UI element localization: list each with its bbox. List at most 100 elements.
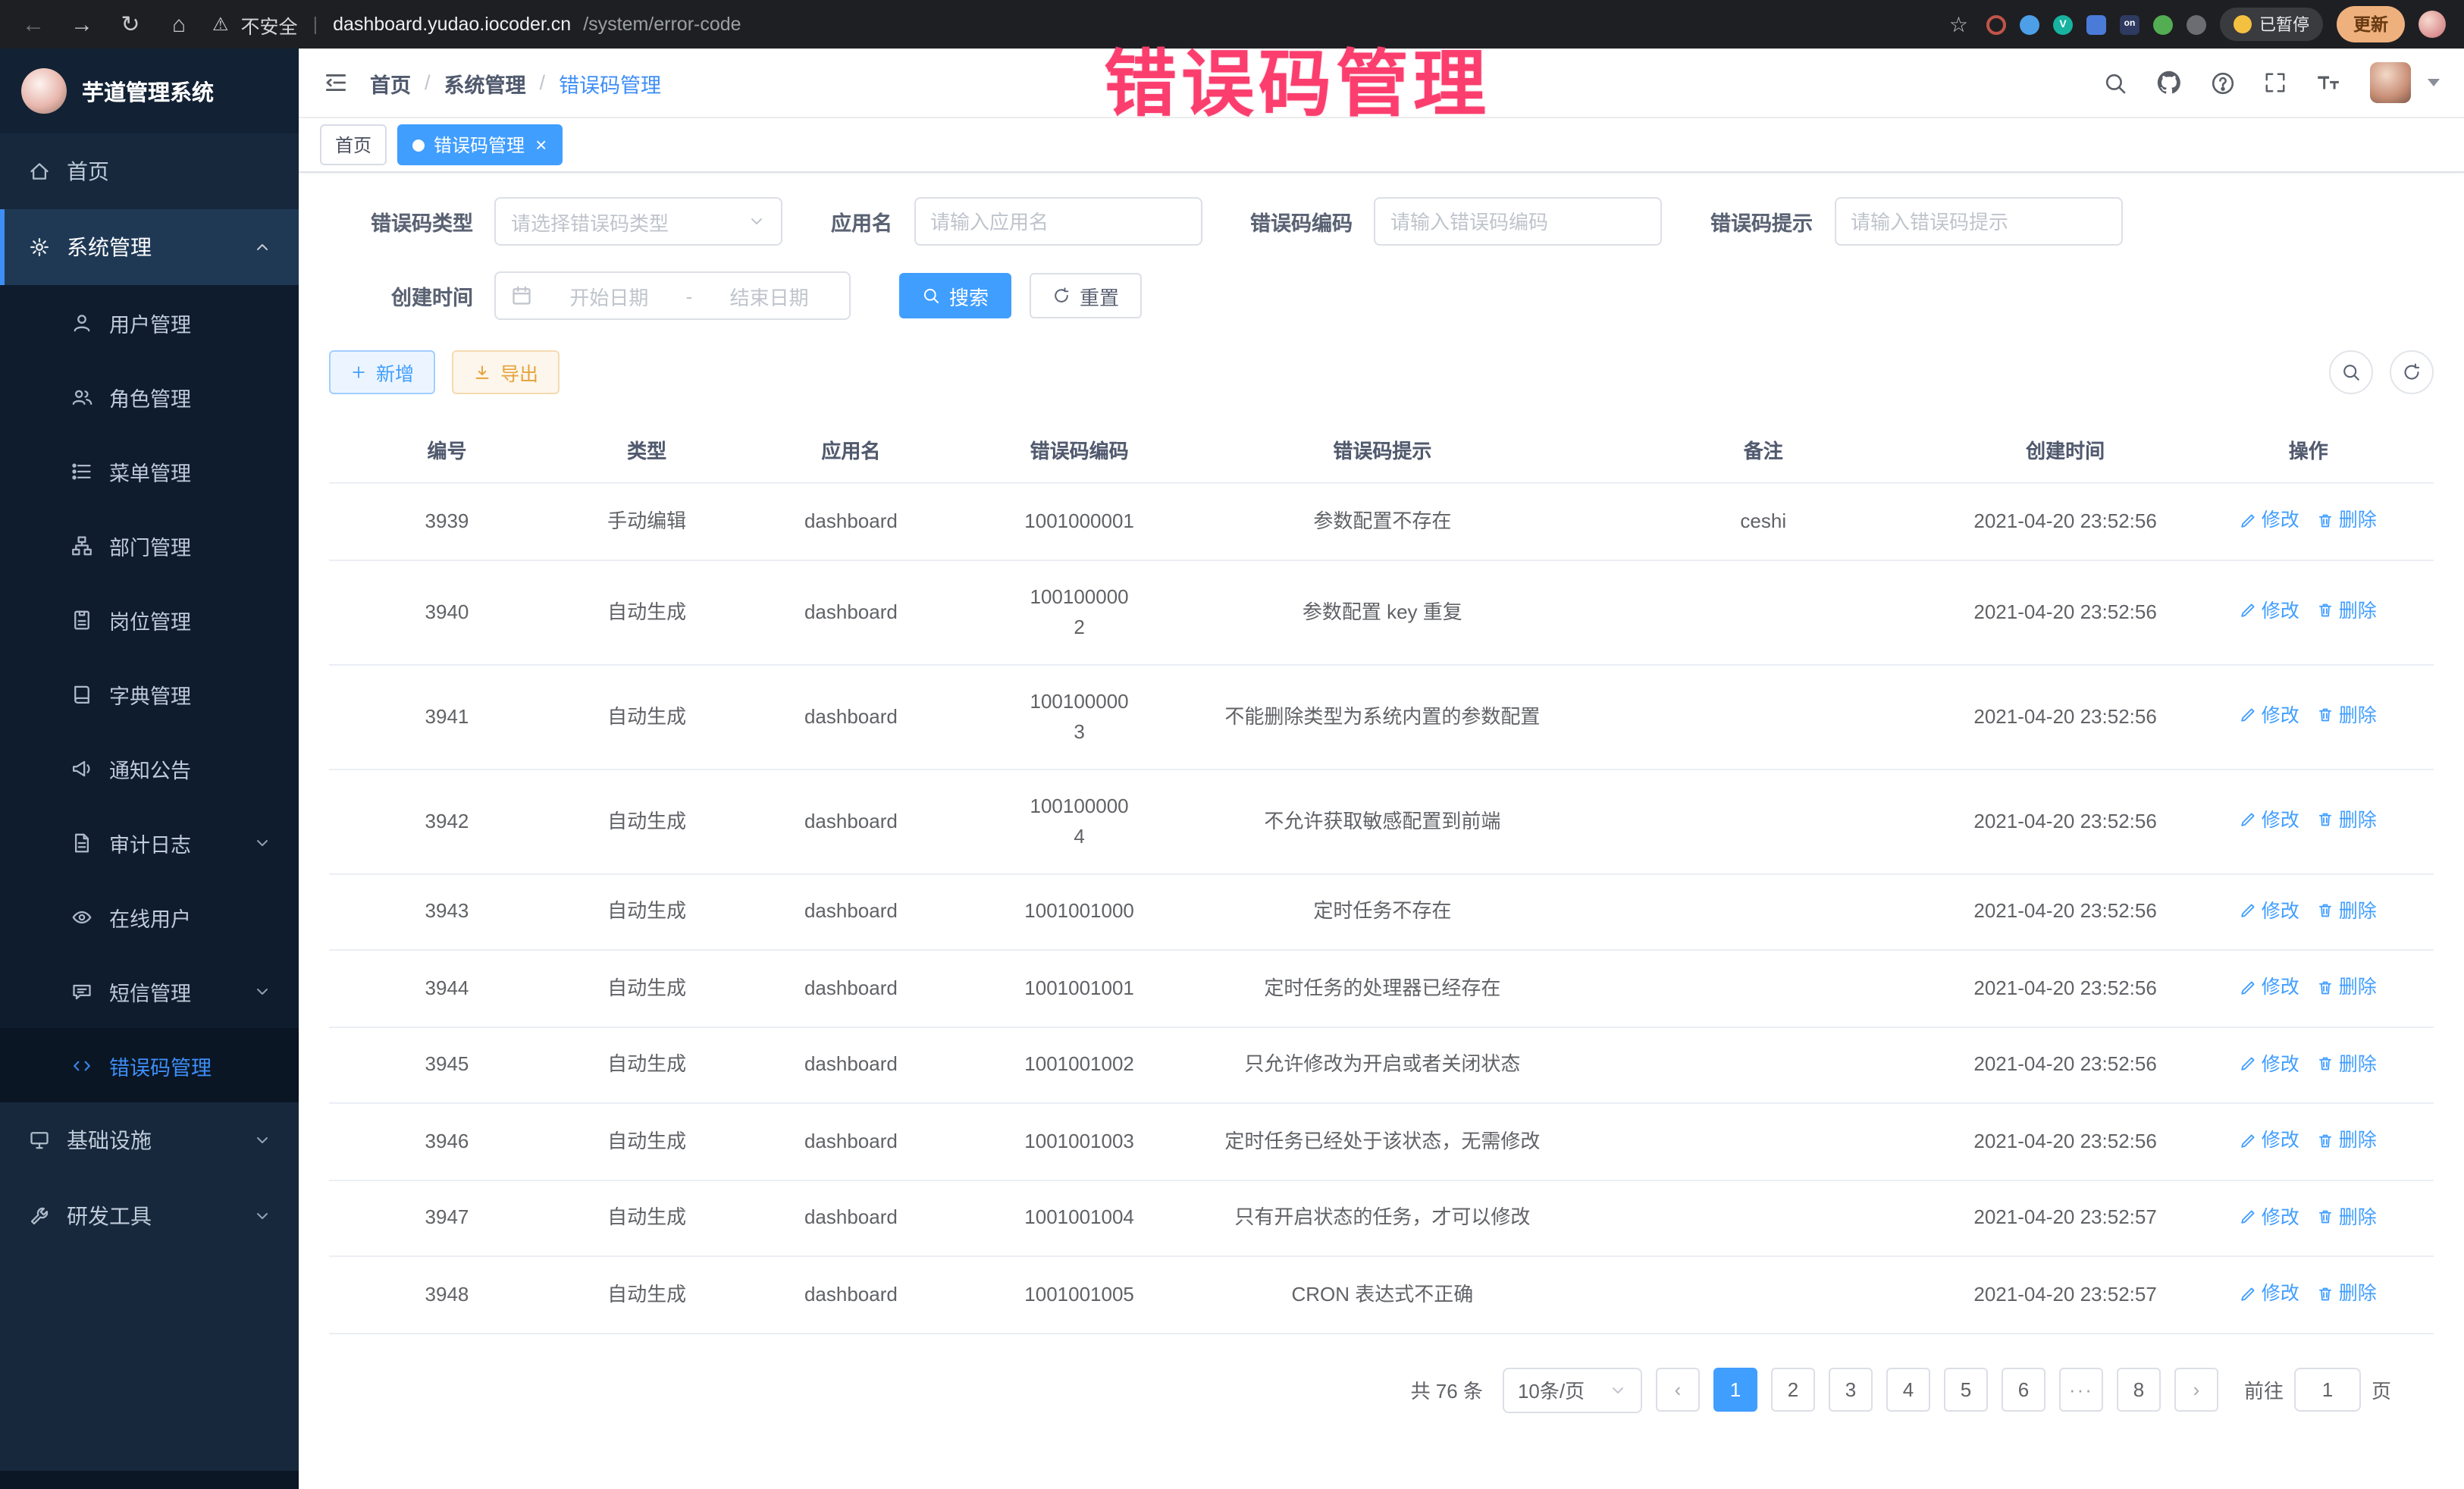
goto-page-input[interactable]	[2294, 1368, 2361, 1412]
page-button-6[interactable]: 6	[2002, 1368, 2045, 1412]
pagination-pages: 123456 ··· 8	[1713, 1368, 2161, 1412]
export-button[interactable]: 导出	[452, 350, 560, 394]
delete-link[interactable]: 删除	[2318, 505, 2377, 535]
refresh-table-button[interactable]	[2390, 350, 2434, 394]
date-range-picker[interactable]: 开始日期 - 结束日期	[494, 271, 851, 320]
tab-错误码管理[interactable]: 错误码管理×	[397, 124, 562, 165]
edit-link[interactable]: 修改	[2240, 505, 2299, 535]
page-button-3[interactable]: 3	[1829, 1368, 1873, 1412]
address-bar[interactable]: ⚠ 不安全 | dashboard.yudao.iocoder.cn/syste…	[212, 10, 1968, 39]
bookmark-star-icon[interactable]: ☆	[1949, 11, 1968, 37]
browser-back-button[interactable]: ←	[18, 11, 49, 37]
close-icon[interactable]: ×	[535, 135, 547, 155]
browser-profile-avatar[interactable]	[2419, 11, 2446, 38]
emoji-face-icon	[2234, 15, 2252, 33]
extension-icon[interactable]: V	[2053, 14, 2073, 34]
add-button[interactable]: 新增	[329, 350, 435, 394]
column-header: 操作	[2183, 417, 2434, 483]
extension-icon[interactable]: on	[2120, 14, 2140, 34]
edit-link[interactable]: 修改	[2240, 1278, 2299, 1309]
cell-app: dashboard	[729, 1256, 973, 1333]
cell-actions: 修改删除	[2183, 1103, 2434, 1180]
url-host: dashboard.yudao.iocoder.cn	[333, 14, 571, 35]
toggle-search-button[interactable]	[2329, 350, 2373, 394]
extension-icon[interactable]	[2020, 14, 2039, 34]
sidebar-logo[interactable]: 芋道管理系统	[0, 49, 299, 133]
sidebar-collapse-bar[interactable]	[0, 1471, 299, 1489]
sidebar-item-role[interactable]: 角色管理	[0, 359, 299, 434]
page-button-1[interactable]: 1	[1713, 1368, 1757, 1412]
sidebar-item-system[interactable]: 系统管理	[0, 209, 299, 285]
breadcrumb-item[interactable]: 系统管理	[444, 67, 526, 98]
edit-link[interactable]: 修改	[2240, 1125, 2299, 1155]
sidebar-item-sms[interactable]: 短信管理	[0, 954, 299, 1028]
extension-icon[interactable]	[1986, 14, 2006, 34]
search-button[interactable]: 搜索	[899, 273, 1011, 318]
prev-page-button[interactable]: ‹	[1656, 1368, 1700, 1412]
delete-link[interactable]: 删除	[2318, 895, 2377, 926]
extension-icon[interactable]	[2086, 14, 2106, 34]
breadcrumb-item[interactable]: 首页	[370, 67, 411, 98]
url-path: /system/error-code	[583, 14, 741, 35]
sidebar-item-notice[interactable]: 通知公告	[0, 731, 299, 805]
sidebar-item-home[interactable]: 首页	[0, 133, 299, 209]
github-icon[interactable]	[2156, 70, 2182, 96]
app-title: 芋道管理系统	[82, 75, 214, 107]
sidebar-item-menu[interactable]: 菜单管理	[0, 434, 299, 508]
edit-link[interactable]: 修改	[2240, 805, 2299, 835]
page-button-2[interactable]: 2	[1771, 1368, 1815, 1412]
delete-link[interactable]: 删除	[2318, 972, 2377, 1002]
page-button-4[interactable]: 4	[1886, 1368, 1930, 1412]
reset-button[interactable]: 重置	[1030, 273, 1142, 318]
page-button-8[interactable]: 8	[2117, 1368, 2161, 1412]
sidebar-item-user[interactable]: 用户管理	[0, 285, 299, 359]
sidebar-item-online-user[interactable]: 在线用户	[0, 879, 299, 954]
delete-link[interactable]: 删除	[2318, 701, 2377, 731]
sidebar-item-infra[interactable]: 基础设施	[0, 1102, 299, 1178]
error-type-select[interactable]: 请选择错误码类型	[494, 197, 782, 246]
extension-icon[interactable]	[2153, 14, 2173, 34]
sidebar-item-audit-log[interactable]: 审计日志	[0, 805, 299, 879]
search-icon[interactable]	[2103, 71, 2127, 95]
fullscreen-icon[interactable]	[2264, 71, 2287, 94]
cell-type: 自动生成	[565, 873, 729, 950]
sidebar-item-dict[interactable]: 字典管理	[0, 657, 299, 731]
tab-首页[interactable]: 首页	[320, 124, 387, 165]
error-hint-input[interactable]	[1834, 197, 2122, 246]
paused-badge[interactable]: 已暂停	[2220, 8, 2323, 41]
column-header: 创建时间	[1948, 417, 2183, 483]
delete-link[interactable]: 删除	[2318, 1278, 2377, 1309]
sidebar-item-post[interactable]: 岗位管理	[0, 582, 299, 657]
edit-link[interactable]: 修改	[2240, 596, 2299, 626]
chevron-down-icon[interactable]	[2428, 79, 2440, 86]
breadcrumb: 首页/系统管理/错误码管理	[370, 67, 661, 98]
error-code-input[interactable]	[1374, 197, 1662, 246]
browser-refresh-button[interactable]: ↻	[115, 11, 146, 38]
font-size-icon[interactable]	[2315, 70, 2341, 96]
edit-link[interactable]: 修改	[2240, 1202, 2299, 1232]
pagination-ellipsis[interactable]: ···	[2059, 1368, 2103, 1412]
sidebar-fold-icon[interactable]	[323, 70, 349, 96]
delete-link[interactable]: 删除	[2318, 596, 2377, 626]
next-page-button[interactable]: ›	[2174, 1368, 2218, 1412]
browser-home-button[interactable]: ⌂	[164, 11, 194, 37]
edit-link[interactable]: 修改	[2240, 1049, 2299, 1079]
sidebar-item-error-code[interactable]: 错误码管理	[0, 1028, 299, 1102]
browser-forward-button[interactable]: →	[67, 11, 97, 37]
page-size-select[interactable]: 10条/页	[1503, 1367, 1642, 1412]
delete-link[interactable]: 删除	[2318, 805, 2377, 835]
help-icon[interactable]	[2211, 71, 2235, 95]
edit-link[interactable]: 修改	[2240, 895, 2299, 926]
delete-link[interactable]: 删除	[2318, 1049, 2377, 1079]
pin-icon[interactable]	[2187, 14, 2206, 34]
app-name-input[interactable]	[914, 197, 1202, 246]
edit-link[interactable]: 修改	[2240, 701, 2299, 731]
delete-link[interactable]: 删除	[2318, 1125, 2377, 1155]
user-avatar[interactable]	[2370, 62, 2411, 103]
browser-update-button[interactable]: 更新	[2337, 6, 2405, 42]
sidebar-item-dept[interactable]: 部门管理	[0, 508, 299, 582]
page-button-5[interactable]: 5	[1944, 1368, 1988, 1412]
sidebar-item-devtools[interactable]: 研发工具	[0, 1178, 299, 1254]
edit-link[interactable]: 修改	[2240, 972, 2299, 1002]
delete-link[interactable]: 删除	[2318, 1202, 2377, 1232]
